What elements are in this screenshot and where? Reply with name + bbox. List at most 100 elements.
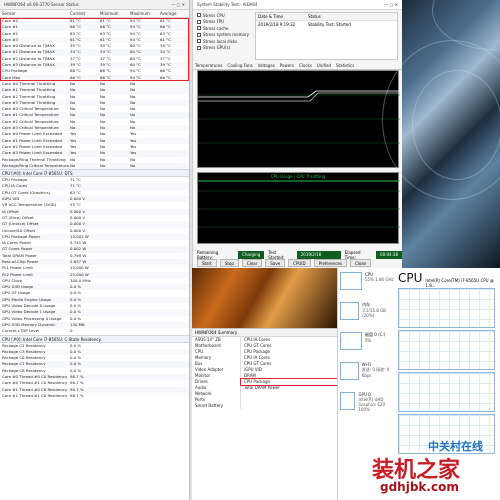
sensor-cell bbox=[160, 328, 189, 334]
cpu-usage-graph: CPU Usage | CPU Throttling bbox=[197, 172, 400, 244]
sensor-group: CPU Package 71 °C CPU IA Cores 71 °C CPU GT … bbox=[0, 177, 189, 334]
performance-item[interactable]: 内存 3.1/15.8 GB (20%) bbox=[338, 300, 396, 330]
stress-window-controls[interactable]: — ▢ ✕ bbox=[384, 2, 398, 7]
stress-button[interactable]: Preferences bbox=[313, 259, 348, 267]
stress-log: Date & Time Status 2019/2/18 9:19:32 Sta… bbox=[255, 12, 398, 60]
cpu-graph-2 bbox=[398, 330, 495, 370]
performance-sparkline bbox=[340, 302, 360, 320]
highlighted-temperatures: Core #0 61 °C 61 °C 94 °C 61 °C Core #1 66 °C 6… bbox=[0, 18, 189, 81]
performance-item[interactable]: Wi-Fi 发送: 0 接收: 0 Kbps bbox=[338, 360, 396, 390]
sensor-row[interactable]: Package/Ring Critical Temperature No No No bbox=[0, 162, 189, 170]
sensor-group-header[interactable]: CPU [#0]: Intel Core i7-8565U: DTS bbox=[0, 169, 189, 178]
performance-detail: 发送: 0 接收: 0 Kbps bbox=[361, 367, 390, 378]
summary-title: HWiNFO64 Summary bbox=[192, 329, 337, 337]
stress-checkbox[interactable]: Stress GPU(s) bbox=[197, 45, 255, 52]
started-value: 2019/2/18 9:19:32 bbox=[296, 251, 341, 265]
checkbox-icon[interactable] bbox=[197, 39, 201, 44]
cpu-usage-svg bbox=[198, 180, 400, 228]
col-sensor[interactable]: Sensor bbox=[2, 11, 70, 16]
col-max[interactable]: Maximum bbox=[130, 11, 160, 16]
performance-sparkline bbox=[340, 272, 362, 290]
hwinfo-title: HWiNFO64 v6.06-3770 Sensor Status bbox=[4, 2, 79, 7]
stress-button[interactable]: Stop bbox=[219, 259, 239, 267]
stress-title: System Stability Test - AIDA64 bbox=[197, 2, 258, 7]
sensor-group: Package C2 Residency 0.0 % Package C3 Resi… bbox=[0, 343, 189, 400]
stress-tab[interactable]: Unified bbox=[317, 63, 331, 68]
elapsed-value: 00:04:38 bbox=[376, 251, 402, 259]
stress-checks: Stress CPU Stress FPU Stress cache Stress s… bbox=[197, 12, 255, 60]
sensor-lines: CPU IA Cores CPU GT Cores CPU Package CPU I… bbox=[240, 337, 338, 409]
stress-button[interactable]: Clear bbox=[241, 259, 263, 267]
sensor-row[interactable]: Current cTDP Level 0 bbox=[0, 328, 189, 334]
checkbox-label: Stress CPU bbox=[203, 12, 225, 18]
temperature-graph bbox=[197, 70, 400, 168]
stress-tab[interactable]: Statistics bbox=[336, 63, 354, 68]
col-min[interactable]: Minimum bbox=[100, 11, 130, 16]
performance-detail: 0% bbox=[365, 338, 372, 343]
log-col-datetime: Date & Time bbox=[258, 14, 284, 19]
sensor-cell bbox=[100, 393, 130, 399]
checkbox-icon[interactable] bbox=[197, 13, 201, 18]
hwinfo-rows: Core #0 61 °C 61 °C 94 °C 61 °C Core #1 66 °C 6… bbox=[0, 18, 189, 399]
background-artwork bbox=[192, 268, 337, 328]
hwinfo-header: Sensor Current Minimum Maximum Average bbox=[0, 10, 189, 18]
sensor-cell bbox=[100, 328, 130, 334]
checkbox-label: Stress local disks bbox=[203, 38, 238, 44]
stress-button[interactable]: Save bbox=[265, 259, 286, 267]
performance-detail: 55% 1.86 GHz bbox=[365, 277, 394, 282]
checkbox-icon[interactable] bbox=[197, 26, 201, 31]
stress-tab[interactable]: Cooling Fans bbox=[227, 63, 252, 68]
temp-line-1 bbox=[198, 90, 400, 98]
sensor-group-header[interactable]: CPU [#0]: Intel Core i7-8565U: C-State R… bbox=[0, 334, 189, 343]
performance-item[interactable]: GPU 0 Intel(R) UHD Graphics 620 100% bbox=[338, 390, 396, 420]
stress-top: Stress CPU Stress FPU Stress cache Stress s… bbox=[193, 10, 402, 62]
sensor-cell: 98.7 % bbox=[70, 392, 84, 398]
col-current[interactable]: Current bbox=[70, 11, 100, 16]
task-manager-sidebar: CPU 55% 1.86 GHz 内存 3.1/15.8 GB (20%) 磁盘 0 (… bbox=[338, 270, 396, 420]
tree-items: ASUS 14" ZB Motherboard CPU Memory Bus Video … bbox=[192, 337, 240, 409]
stress-checkbox[interactable]: Stress system memory bbox=[197, 32, 255, 39]
stability-test-window: System Stability Test - AIDA64 — ▢ ✕ Str… bbox=[192, 0, 402, 268]
sensor-cell: Core #1 Thread #1 C0 Residency bbox=[2, 392, 68, 398]
sensor-cell: No bbox=[100, 162, 106, 168]
performance-item[interactable]: 磁盘 0 (C:) 0% bbox=[338, 330, 396, 360]
sensor-row[interactable]: Core #1 Thread #1 C0 Residency 98.7 % bbox=[0, 393, 189, 399]
cpu-graph-1 bbox=[398, 288, 495, 328]
checkbox-label: Stress cache bbox=[203, 25, 229, 31]
tree-item[interactable]: Smart Battery bbox=[192, 403, 240, 409]
stress-tab[interactable]: Powers bbox=[280, 63, 294, 68]
stress-tab[interactable]: Voltages bbox=[258, 63, 275, 68]
stress-tab[interactable]: Temperatures bbox=[195, 63, 222, 68]
stress-tabs: Temperatures Cooling Fans Voltages Powers Cl… bbox=[193, 62, 402, 70]
window-controls[interactable]: — ▢ ✕ bbox=[171, 2, 185, 7]
desktop-wallpaper bbox=[382, 0, 500, 268]
stress-button[interactable]: Start bbox=[197, 259, 217, 267]
hwinfo-titlebar: HWiNFO64 v6.06-3770 Sensor Status — ▢ ✕ bbox=[0, 0, 189, 10]
cpu-heading: CPU bbox=[398, 271, 423, 285]
cpu-model: Intel(R) Core(TM) i7-8565U CPU @ 1.8... bbox=[425, 278, 494, 288]
performance-item[interactable]: CPU 55% 1.86 GHz bbox=[338, 270, 396, 300]
sensor-cell: No bbox=[130, 162, 136, 168]
sensor-cell: Current cTDP Level bbox=[2, 328, 40, 334]
checkbox-label: Stress GPU(s) bbox=[203, 45, 231, 51]
checkbox-label: Stress FPU bbox=[203, 19, 225, 25]
performance-text: 磁盘 0 (C:) 0% bbox=[365, 332, 385, 343]
stress-button[interactable]: Close bbox=[350, 259, 372, 267]
watermark-url: gdhjbk.com bbox=[380, 480, 459, 494]
sensor-line[interactable]: Total DRAM Power bbox=[241, 385, 337, 391]
cpu-graph-label: CPU Usage | CPU Throttling bbox=[270, 174, 326, 179]
sensor-cell bbox=[130, 393, 160, 399]
stress-tab[interactable]: Clocks bbox=[299, 63, 312, 68]
checkbox-icon[interactable] bbox=[197, 45, 201, 50]
log-col-status: Status bbox=[308, 14, 321, 19]
stress-button[interactable]: CPUID bbox=[288, 259, 311, 267]
performance-sparkline bbox=[340, 392, 356, 410]
remaining-value: Charging bbox=[238, 251, 265, 259]
sensor-cell bbox=[130, 328, 160, 334]
cpu-graph-3 bbox=[398, 372, 495, 412]
performance-detail: Intel(R) UHD Graphics 620 100% bbox=[358, 397, 386, 412]
performance-text: GPU 0 Intel(R) UHD Graphics 620 100% bbox=[358, 392, 394, 412]
checkbox-icon[interactable] bbox=[197, 32, 201, 37]
col-avg[interactable]: Average bbox=[160, 11, 190, 16]
checkbox-icon[interactable] bbox=[197, 19, 201, 24]
